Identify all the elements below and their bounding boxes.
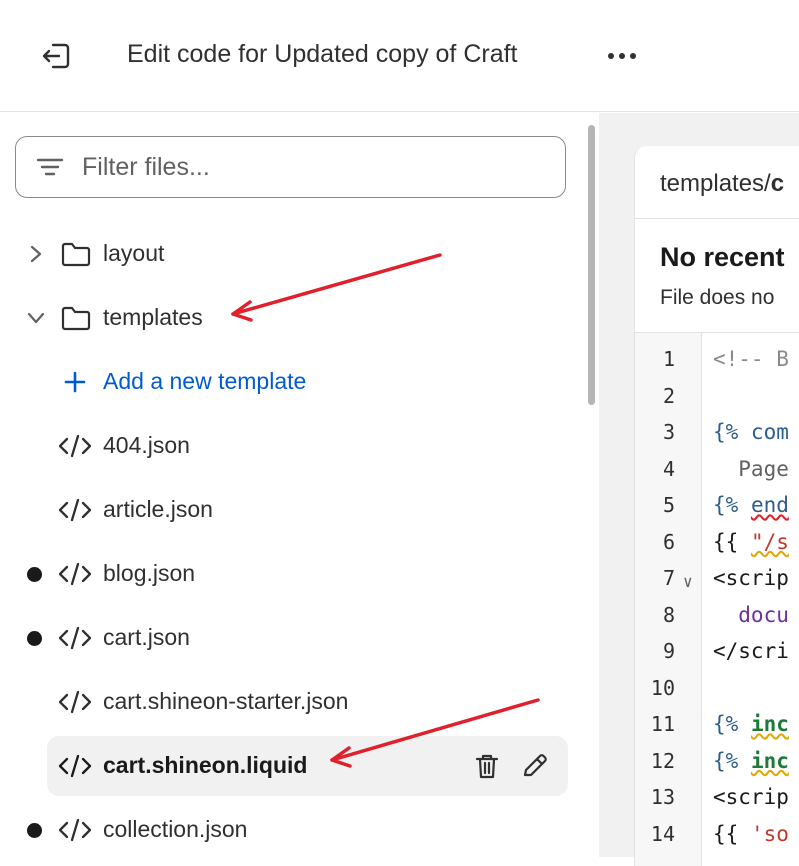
no-recent-subtitle: File does no — [660, 286, 775, 309]
file-item-selected[interactable]: cart.shineon.liquid — [0, 736, 598, 796]
file-label: blog.json — [103, 560, 196, 586]
filter-files-input[interactable] — [80, 151, 524, 183]
filter-files-field[interactable] — [15, 136, 566, 198]
folder-icon — [61, 242, 91, 267]
add-template-label: Add a new template — [103, 368, 307, 394]
line-number: 13 — [650, 785, 675, 809]
add-template-link[interactable]: Add a new template — [0, 352, 598, 412]
line-number: 8 — [662, 602, 675, 627]
exit-icon — [42, 43, 70, 69]
folder-templates[interactable]: templates — [0, 288, 598, 348]
code-file-icon — [58, 690, 92, 714]
file-label: cart.json — [103, 624, 190, 650]
code-line: </scri — [713, 639, 789, 663]
code-file-icon — [58, 626, 92, 650]
code-editor[interactable]: 1 <!-- B 2 3 {% com 4 Page 5 {% end 6 {{ "/s 7 ∨ <sc… — [635, 332, 799, 866]
line-number: 4 — [662, 456, 675, 481]
more-horizontal-icon — [608, 53, 636, 59]
pencil-icon[interactable] — [520, 752, 550, 780]
line-number: 12 — [650, 748, 675, 773]
code-line: {% end — [713, 493, 789, 517]
code-line: {{ "/s — [713, 529, 789, 554]
editor-tab[interactable]: templates/c — [660, 170, 784, 198]
file-label: article.json — [103, 496, 213, 522]
line-number: 3 — [662, 420, 675, 444]
file-label: collection.json — [103, 816, 248, 842]
folder-layout[interactable]: layout — [0, 224, 598, 284]
file-item[interactable]: 404.json — [0, 416, 598, 476]
tab-path-file: c — [770, 170, 785, 197]
file-item[interactable]: cart.json — [0, 608, 598, 668]
code-line: {% inc — [713, 748, 789, 773]
file-sidebar: layout templates Add a new template 404.… — [0, 113, 598, 857]
file-label: cart.shineon-starter.json — [103, 688, 349, 714]
file-label: 404.json — [103, 432, 190, 458]
line-number: 10 — [650, 675, 675, 700]
code-file-icon — [58, 754, 92, 778]
unsaved-changes-dot — [27, 631, 42, 646]
line-number: 1 — [662, 347, 675, 371]
file-item[interactable]: collection.json — [0, 800, 598, 857]
code-line: {% com — [713, 420, 789, 444]
code-line: <scrip — [713, 566, 789, 590]
unsaved-changes-dot — [27, 823, 42, 838]
code-line: <!-- B — [713, 347, 789, 371]
line-number: 7 — [662, 566, 675, 590]
file-label: cart.shineon.liquid — [103, 752, 308, 778]
code-line: docu — [713, 602, 789, 627]
file-item[interactable]: cart.shineon-starter.json — [0, 672, 598, 732]
code-line: <scrip — [713, 785, 789, 809]
code-line: {% inc — [713, 712, 789, 736]
tab-path-prefix: templates/ — [660, 170, 771, 197]
fold-chevron-icon[interactable]: ∨ — [683, 572, 693, 591]
more-actions-button[interactable] — [600, 40, 644, 72]
chevron-right-icon[interactable] — [24, 242, 48, 266]
file-item[interactable]: blog.json — [0, 544, 598, 604]
folder-label: layout — [103, 240, 165, 266]
line-number: 9 — [662, 639, 675, 663]
code-line: Page — [713, 456, 789, 481]
exit-button[interactable] — [30, 36, 80, 76]
code-line: {{ 'so — [713, 821, 789, 846]
page-title: Edit code for Updated copy of Craft — [127, 40, 518, 68]
folder-label: templates — [103, 304, 203, 330]
editor-panel: templates/c No recent File does no 1 <!--… — [634, 146, 799, 866]
no-recent-title: No recent — [660, 242, 785, 272]
chevron-down-icon[interactable] — [24, 306, 48, 330]
code-file-icon — [58, 498, 92, 522]
unsaved-changes-dot — [27, 567, 42, 582]
plus-icon — [64, 371, 86, 393]
line-number: 6 — [662, 529, 675, 554]
line-number: 5 — [662, 493, 675, 517]
file-item[interactable]: article.json — [0, 480, 598, 540]
filter-icon — [36, 155, 66, 179]
code-file-icon — [58, 434, 92, 458]
code-file-icon — [58, 818, 92, 842]
top-bar: Edit code for Updated copy of Craft — [0, 0, 799, 112]
folder-icon — [61, 306, 91, 331]
line-number: 2 — [662, 383, 675, 408]
line-number: 14 — [650, 821, 675, 846]
line-number: 11 — [650, 712, 675, 736]
code-file-icon — [58, 562, 92, 586]
trash-icon[interactable] — [473, 752, 501, 780]
tab-divider — [635, 218, 799, 219]
